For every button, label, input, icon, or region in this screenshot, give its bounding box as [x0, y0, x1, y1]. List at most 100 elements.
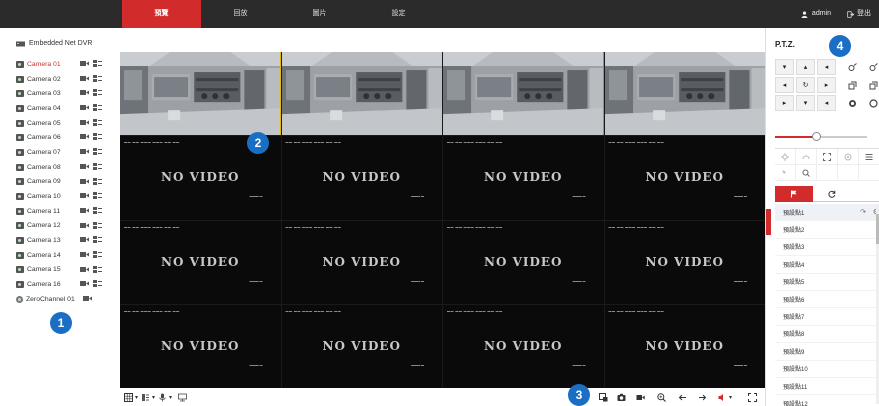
ptz-control-icon[interactable] — [93, 162, 102, 171]
camera-list-item[interactable]: Camera 12 — [16, 219, 116, 234]
dvr-node[interactable]: Embedded Net DVR — [16, 40, 92, 47]
zoom-out-button[interactable] — [864, 59, 879, 75]
digital-zoom-button[interactable] — [657, 393, 666, 402]
ptz-control-icon[interactable] — [93, 147, 102, 156]
record-status-icon[interactable] — [80, 192, 89, 199]
ptz-control-icon[interactable] — [93, 206, 102, 215]
ptz-control-icon[interactable] — [93, 88, 102, 97]
ptz-control-icon[interactable] — [93, 103, 102, 112]
ptz-control-icon[interactable] — [93, 74, 102, 83]
iris-close-button[interactable] — [864, 95, 879, 111]
wiper-button[interactable] — [796, 149, 817, 165]
camera-list-item[interactable]: Camera 02 — [16, 72, 116, 87]
preset-item[interactable]: 預設點4 — [775, 256, 879, 274]
camera-list-item[interactable]: Camera 05 — [16, 116, 116, 131]
empty-video-window[interactable]: ▬▬ ▬▬ ▬▬▬ ▬▬▬ ▬▬ ▬▬ NO VIDEO ▬▬▬ ▬ — [443, 304, 604, 388]
preset-item[interactable]: 預設點8 — [775, 326, 879, 344]
record-status-icon[interactable] — [80, 119, 89, 126]
ptz-right-bottom-button[interactable]: ◂ — [817, 95, 836, 111]
iris-open-button[interactable] — [843, 95, 862, 111]
camera-list-item[interactable]: Camera 11 — [16, 204, 116, 219]
record-status-icon[interactable] — [80, 236, 89, 243]
stream-type-button[interactable]: ▾ — [141, 393, 155, 402]
camera-list-item[interactable]: Camera 15 — [16, 263, 116, 278]
live-video-window[interactable] — [443, 52, 604, 136]
camera-list-item[interactable]: Camera 10 — [16, 189, 116, 204]
preset-item[interactable]: 預設點7 — [775, 308, 879, 326]
ptz-left-button[interactable]: ◂ — [775, 77, 794, 93]
ptz-right-button[interactable]: ▸ — [817, 77, 836, 93]
ptz-control-icon[interactable] — [93, 250, 102, 259]
record-status-icon[interactable] — [80, 75, 89, 82]
ptz-control-icon[interactable] — [93, 235, 102, 244]
audio-button[interactable]: ▾ — [158, 393, 172, 402]
preset-item[interactable]: 預設點11 — [775, 378, 879, 396]
preset-item[interactable]: 預設點2 — [775, 221, 879, 239]
camera-list-item[interactable]: Camera 08 — [16, 160, 116, 175]
tab-configuration[interactable]: 設定 — [359, 0, 438, 28]
camera-list-item[interactable]: Camera 07 — [16, 145, 116, 160]
capture-button[interactable] — [617, 393, 626, 402]
camera-list-item[interactable]: Camera 04 — [16, 101, 116, 116]
logout-button[interactable]: 登出 — [847, 0, 871, 28]
empty-video-window[interactable]: ▬▬ ▬▬ ▬▬▬ ▬▬▬ ▬▬ ▬▬ NO VIDEO ▬▬▬ ▬ — [443, 136, 604, 220]
record-status-icon[interactable] — [80, 178, 89, 185]
preset-item[interactable]: 預設點9 — [775, 343, 879, 361]
ptz-control-icon[interactable] — [93, 132, 102, 141]
preset-item[interactable]: 預設點1↷⚙ — [775, 204, 879, 222]
zoom-in-button[interactable] — [843, 59, 862, 75]
camera-list-item[interactable]: Camera 13 — [16, 233, 116, 248]
record-status-icon[interactable] — [80, 104, 89, 111]
record-status-icon[interactable] — [83, 295, 92, 302]
record-status-icon[interactable] — [80, 266, 89, 273]
lens-init-button[interactable] — [838, 149, 859, 165]
empty-video-window[interactable]: ▬▬ ▬▬ ▬▬▬ ▬▬▬ ▬▬ ▬▬ NO VIDEO ▬▬▬ ▬ — [281, 304, 442, 388]
preset-item[interactable]: 預設點3 — [775, 239, 879, 257]
camera-list-item[interactable]: Camera 16 — [16, 277, 116, 292]
preset-item[interactable]: 預設點12 — [775, 395, 879, 406]
record-status-icon[interactable] — [80, 207, 89, 214]
live-video-window[interactable] — [120, 52, 281, 136]
live-video-window[interactable] — [281, 52, 442, 136]
record-status-icon[interactable] — [80, 163, 89, 170]
slider-knob[interactable] — [812, 132, 822, 141]
ptz-control-icon[interactable] — [93, 191, 102, 200]
tab-preview[interactable]: 預覽 — [122, 0, 201, 28]
ptz-speed-slider[interactable] — [775, 132, 873, 142]
tab-picture[interactable]: 圖片 — [280, 0, 359, 28]
ptz-auto-button[interactable]: ↻ — [796, 77, 815, 93]
ptz-control-icon[interactable] — [93, 59, 102, 68]
empty-video-window[interactable]: ▬▬ ▬▬ ▬▬▬ ▬▬▬ ▬▬ ▬▬ NO VIDEO ▬▬▬ ▬ — [604, 136, 765, 220]
camera-list-item[interactable]: Camera 01 — [16, 57, 116, 72]
camera-list-item[interactable]: Camera 14 — [16, 248, 116, 263]
tab-patrols[interactable] — [813, 186, 851, 202]
empty-video-window[interactable]: ▬▬ ▬▬ ▬▬▬ ▬▬▬ ▬▬ ▬▬ NO VIDEO ▬▬▬ ▬ — [443, 220, 604, 304]
preset-item[interactable]: 預設點10 — [775, 361, 879, 378]
tab-presets[interactable] — [775, 186, 813, 202]
camera-list-item[interactable]: Camera 09 — [16, 175, 116, 190]
ptz-down-button[interactable]: ▾ — [796, 95, 815, 111]
manual-tracking-button[interactable] — [775, 165, 796, 181]
ptz-control-icon[interactable] — [93, 221, 102, 230]
ptz-control-icon[interactable] — [93, 279, 102, 288]
empty-video-window[interactable]: ▬▬ ▬▬ ▬▬▬ ▬▬▬ ▬▬ ▬▬ NO VIDEO ▬▬▬ ▬ — [604, 304, 765, 388]
empty-video-window[interactable]: ▬▬ ▬▬ ▬▬▬ ▬▬▬ ▬▬ ▬▬ NO VIDEO ▬▬▬ ▬ — [120, 220, 281, 304]
record-status-icon[interactable] — [80, 251, 89, 258]
record-status-icon[interactable] — [80, 89, 89, 96]
call-preset-icon[interactable]: ↷ — [860, 208, 866, 216]
ptz-control-icon[interactable] — [93, 177, 102, 186]
empty-video-window[interactable]: ▬▬ ▬▬ ▬▬▬ ▬▬▬ ▬▬ ▬▬ NO VIDEO ▬▬▬ ▬ — [281, 220, 442, 304]
camera-list-item[interactable]: Camera 06 — [16, 130, 116, 145]
live-video-window[interactable] — [604, 52, 765, 136]
all-preview-button[interactable] — [178, 393, 187, 402]
ptz-control-icon[interactable] — [93, 118, 102, 127]
record-status-icon[interactable] — [80, 60, 89, 67]
tab-playback[interactable]: 回放 — [201, 0, 280, 28]
camera-list-item[interactable]: Camera 03 — [16, 86, 116, 101]
record-button[interactable] — [636, 393, 645, 402]
ptz-left-bottom-button[interactable]: ▸ — [775, 95, 794, 111]
empty-video-window[interactable]: ▬▬ ▬▬ ▬▬▬ ▬▬▬ ▬▬ ▬▬ NO VIDEO ▬▬▬ ▬ — [281, 136, 442, 220]
auxiliary-focus-button[interactable] — [817, 149, 838, 165]
focus-far-button[interactable] — [864, 77, 879, 93]
empty-video-window[interactable]: ▬▬ ▬▬ ▬▬▬ ▬▬▬ ▬▬ ▬▬ NO VIDEO ▬▬▬ ▬ — [604, 220, 765, 304]
